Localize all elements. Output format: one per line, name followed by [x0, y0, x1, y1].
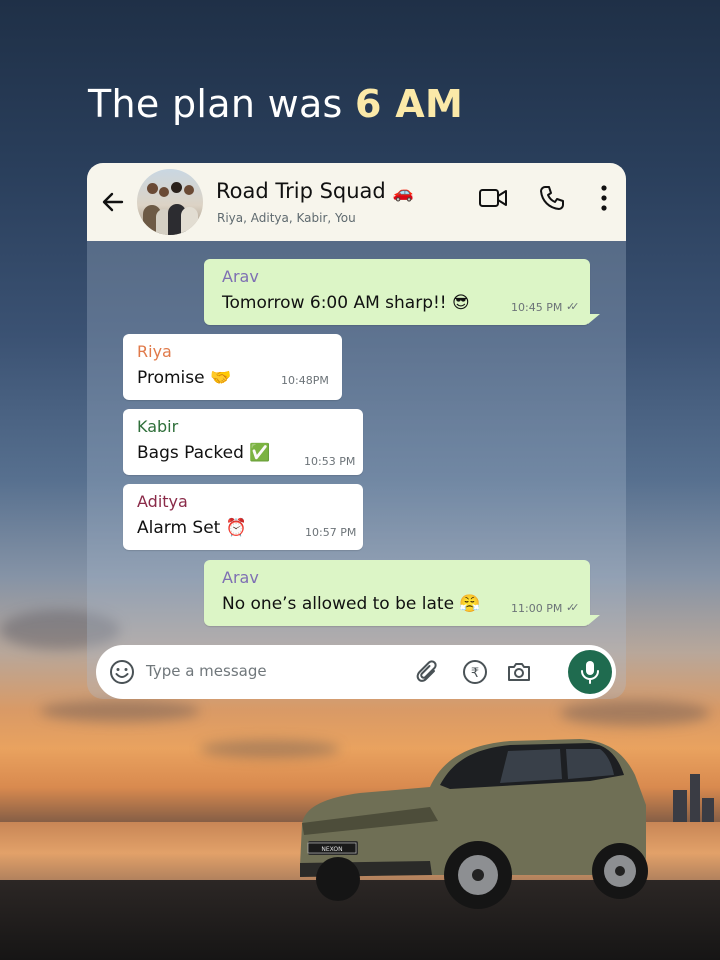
message-time: 10:57 PM [305, 526, 357, 539]
read-ticks-icon: ✓✓ [566, 601, 580, 614]
headline: The plan was 6 AM [88, 82, 463, 126]
message-text: Tomorrow 6:00 AM sharp!! 😎 [222, 293, 470, 313]
message-sender: Kabir [137, 417, 179, 436]
message-text: Alarm Set ⏰ [137, 518, 247, 538]
cloud [560, 700, 710, 726]
message-bubble[interactable]: Arav No one’s allowed to be late 😤 11:00… [204, 560, 590, 626]
emoji-icon[interactable] [109, 659, 135, 685]
attachment-icon[interactable] [416, 659, 440, 685]
message-bubble[interactable]: Aditya Alarm Set ⏰ 10:57 PM [123, 484, 363, 550]
group-avatar[interactable] [137, 169, 203, 235]
message-bubble[interactable]: Riya Promise 🤝 10:48PM [123, 334, 342, 400]
bubble-tail [588, 314, 600, 324]
bubble-tail [588, 615, 600, 625]
message-time: 10:45 PM [511, 301, 563, 314]
message-sender: Aditya [137, 492, 188, 511]
mic-button[interactable] [568, 650, 612, 694]
mic-icon [581, 661, 599, 684]
phone-icon[interactable] [539, 185, 565, 211]
headline-highlight: 6 AM [355, 82, 464, 126]
message-sender: Riya [137, 342, 172, 361]
message-time: 10:53 PM [304, 455, 356, 468]
message-input-bar: Type a message ₹ [96, 645, 616, 699]
car-emoji: 🚗 [392, 183, 414, 203]
chat-title[interactable]: Road Trip Squad 🚗 [216, 179, 414, 203]
message-text: Bags Packed ✅ [137, 443, 271, 463]
message-time: 11:00 PM [511, 602, 563, 615]
suv-car-image: NEXON [300, 739, 648, 909]
message-bubble[interactable]: Arav Tomorrow 6:00 AM sharp!! 😎 10:45 PM… [204, 259, 590, 325]
message-sender: Arav [222, 267, 259, 286]
back-arrow-icon[interactable] [100, 189, 126, 215]
headline-prefix: The plan was [88, 82, 356, 126]
read-ticks-icon: ✓✓ [566, 300, 580, 313]
chat-header: Road Trip Squad 🚗 Riya, Aditya, Kabir, Y… [87, 163, 626, 241]
message-text: No one’s allowed to be late 😤 [222, 594, 481, 614]
message-bubble[interactable]: Kabir Bags Packed ✅ 10:53 PM [123, 409, 363, 475]
cloud [40, 700, 200, 722]
camera-icon[interactable] [506, 659, 532, 685]
car-badge: NEXON [321, 846, 342, 853]
svg-text:₹: ₹ [471, 666, 479, 681]
message-input[interactable]: Type a message [146, 662, 267, 680]
message-time: 10:48PM [281, 374, 329, 387]
chat-members: Riya, Aditya, Kabir, You [217, 211, 356, 225]
more-options-icon[interactable] [595, 184, 613, 212]
chat-title-text: Road Trip Squad [216, 179, 386, 203]
message-sender: Arav [222, 568, 259, 587]
video-call-icon[interactable] [478, 186, 508, 210]
message-text: Promise 🤝 [137, 368, 232, 388]
rupee-payment-icon[interactable]: ₹ [462, 659, 488, 685]
